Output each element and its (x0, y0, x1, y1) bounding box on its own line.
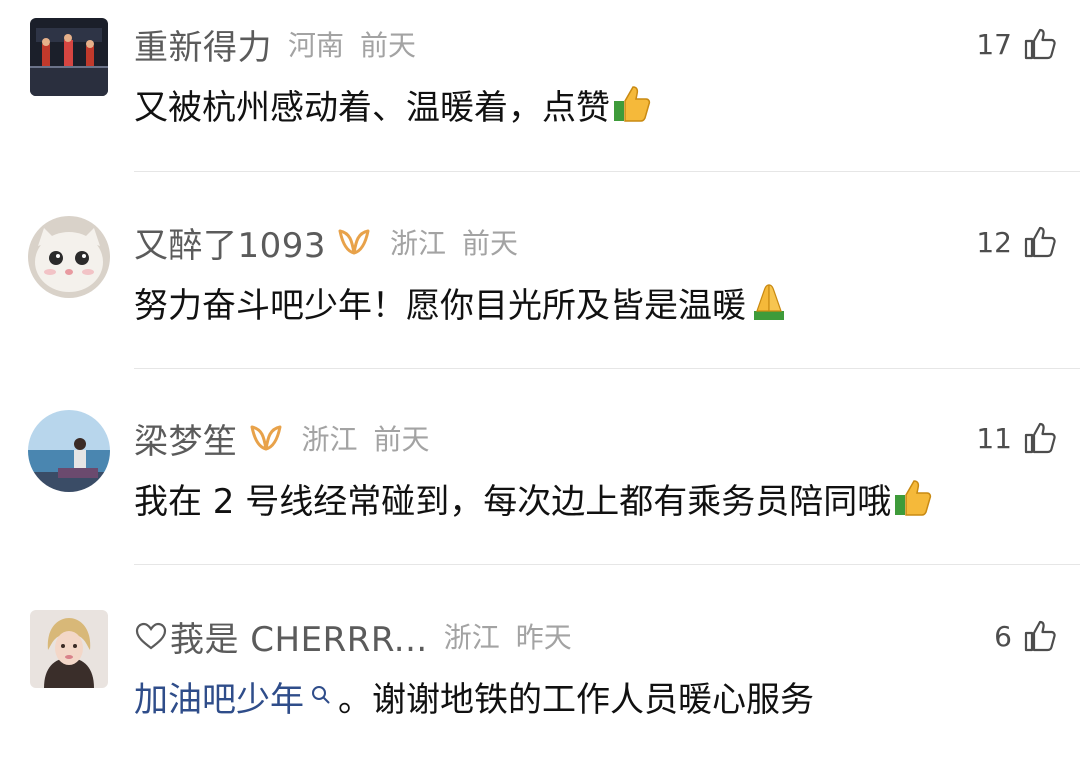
vip-badge-icon (334, 227, 374, 257)
divider (134, 564, 1080, 565)
search-icon[interactable] (308, 683, 334, 709)
comment-text: 又被杭州感动着、温暖着，点赞 (134, 80, 654, 128)
divider (134, 368, 1080, 369)
location-label: 河南 (288, 29, 345, 62)
comment-body: 。谢谢地铁的工作人员暖心服务 (338, 679, 814, 720)
like-count: 6 (994, 619, 1012, 653)
vip-badge-icon (246, 423, 286, 453)
thumbs-up-icon[interactable] (1022, 420, 1058, 456)
username[interactable]: 莪是 CHERRR... (170, 612, 428, 661)
location-label: 浙江 (443, 621, 500, 654)
avatar[interactable] (28, 216, 110, 298)
username[interactable]: 重新得力 (134, 20, 272, 69)
portrait-avatar (30, 610, 108, 688)
timestamp: 前天 (373, 423, 430, 456)
avatar[interactable] (28, 410, 110, 492)
comment-body: 又被杭州感动着、温暖着，点赞 (134, 87, 610, 128)
username[interactable]: 又醉了1093 (134, 218, 326, 267)
thumbs-up-emoji (612, 83, 654, 125)
timestamp: 前天 (360, 29, 417, 62)
comment-text: 我在 2 号线经常碰到，每次边上都有乘务员陪同哦 (134, 474, 935, 522)
praying-hands-emoji (748, 281, 790, 323)
thumbs-up-icon[interactable] (1022, 618, 1058, 654)
like-count: 17 (976, 27, 1012, 61)
comment-text: 加油吧少年 。谢谢地铁的工作人员暖心服务 (134, 672, 814, 720)
seaside-avatar (28, 410, 110, 492)
comment-body: 努力奋斗吧少年！愿你目光所及皆是温暖 (134, 285, 746, 326)
divider (134, 171, 1080, 172)
avatar[interactable] (30, 610, 108, 688)
white-cat-avatar (28, 216, 110, 298)
like-button[interactable]: 12 (976, 218, 1058, 266)
thumbs-up-emoji (893, 477, 935, 519)
username[interactable]: 梁梦笙 (134, 414, 238, 463)
like-button[interactable]: 17 (976, 20, 1058, 68)
thumbs-up-icon[interactable] (1022, 224, 1058, 260)
like-count: 11 (976, 421, 1012, 455)
timestamp: 昨天 (515, 621, 572, 654)
comment-body: 我在 2 号线经常碰到，每次边上都有乘务员陪同哦 (134, 481, 892, 522)
video-thumbnail-avatar (30, 18, 108, 96)
like-count: 12 (976, 225, 1012, 259)
location-label: 浙江 (301, 423, 358, 456)
location-label: 浙江 (390, 227, 447, 260)
thumbs-up-icon[interactable] (1022, 26, 1058, 62)
avatar[interactable] (30, 18, 108, 96)
timestamp: 前天 (462, 227, 519, 260)
heart-outline-icon (134, 621, 168, 651)
comment-text: 努力奋斗吧少年！愿你目光所及皆是温暖 (134, 278, 790, 326)
topic-link[interactable]: 加油吧少年 (134, 672, 304, 721)
like-button[interactable]: 6 (994, 612, 1058, 660)
like-button[interactable]: 11 (976, 414, 1058, 462)
